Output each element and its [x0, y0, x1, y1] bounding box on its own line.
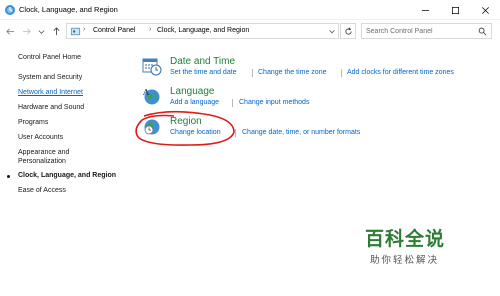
link-change-input-methods[interactable]: Change input methods [239, 99, 309, 106]
link-add-clocks[interactable]: Add clocks for different time zones [347, 69, 454, 76]
minimize-icon [421, 9, 429, 11]
sidebar-item-network-internet[interactable]: Network and Internet [18, 89, 83, 96]
current-item-bullet [7, 175, 10, 178]
calendar-clock-icon [142, 58, 162, 76]
forward-arrow-icon [22, 28, 31, 34]
sidebar: Control Panel Home System and Security N… [0, 42, 140, 242]
window-title: Clock, Language, and Region [19, 5, 118, 14]
link-change-formats[interactable]: Change date, time, or number formats [242, 129, 360, 136]
link-divider [341, 69, 342, 77]
close-button[interactable] [470, 0, 500, 20]
breadcrumb-separator-icon: › [149, 26, 152, 33]
control-panel-icon [5, 5, 15, 15]
search-icon [478, 27, 487, 36]
category-title-language[interactable]: Language [170, 86, 215, 97]
control-panel-icon [70, 27, 81, 36]
link-change-time-zone[interactable]: Change the time zone [258, 69, 327, 76]
search-input[interactable] [366, 25, 476, 37]
breadcrumb-separator-icon: › [83, 26, 86, 33]
sidebar-item-hardware-sound[interactable]: Hardware and Sound [18, 104, 84, 111]
maximize-icon [451, 6, 459, 14]
recent-locations-button[interactable] [35, 25, 47, 37]
category-title-date-time[interactable]: Date and Time [170, 56, 235, 67]
up-arrow-icon [53, 26, 59, 35]
maximize-button[interactable] [440, 0, 470, 20]
breadcrumb-control-panel[interactable]: Control Panel [93, 27, 135, 34]
close-icon [481, 6, 489, 14]
sidebar-item-ease-of-access[interactable]: Ease of Access [18, 187, 66, 194]
refresh-icon [344, 26, 352, 35]
forward-button[interactable] [20, 25, 32, 37]
address-bar[interactable]: › Control Panel › Clock, Language, and R… [66, 23, 339, 39]
link-set-time-date[interactable]: Set the time and date [170, 69, 237, 76]
link-divider [232, 99, 233, 107]
language-globe-icon: A [142, 87, 160, 105]
search-box[interactable] [361, 23, 492, 39]
sidebar-item-clock-language-region[interactable]: Clock, Language, and Region [18, 172, 116, 179]
sidebar-item-programs[interactable]: Programs [18, 119, 48, 126]
annotation-circle [135, 110, 235, 146]
watermark-logo-text: 百科全说 [365, 228, 446, 250]
title-bar: Clock, Language, and Region [0, 0, 500, 20]
back-button[interactable] [4, 25, 16, 37]
breadcrumb-current[interactable]: Clock, Language, and Region [157, 27, 249, 34]
sidebar-item-user-accounts[interactable]: User Accounts [18, 134, 63, 141]
sidebar-item-personalization[interactable]: Personalization [18, 158, 66, 165]
sidebar-item-appearance[interactable]: Appearance and [18, 149, 69, 156]
sidebar-item-home[interactable]: Control Panel Home [18, 54, 81, 61]
sidebar-item-system-security[interactable]: System and Security [18, 74, 82, 81]
svg-text:A: A [142, 87, 150, 97]
up-button[interactable] [50, 25, 62, 37]
chevron-down-icon [38, 29, 44, 34]
link-add-language[interactable]: Add a language [170, 99, 219, 106]
chevron-down-icon[interactable] [328, 28, 336, 36]
navigation-bar: › Control Panel › Clock, Language, and R… [0, 21, 500, 41]
link-divider [252, 69, 253, 77]
back-arrow-icon [5, 28, 14, 34]
refresh-button[interactable] [340, 23, 356, 39]
watermark-tagline: 助你轻松解决 [370, 255, 440, 266]
minimize-button[interactable] [410, 0, 440, 20]
